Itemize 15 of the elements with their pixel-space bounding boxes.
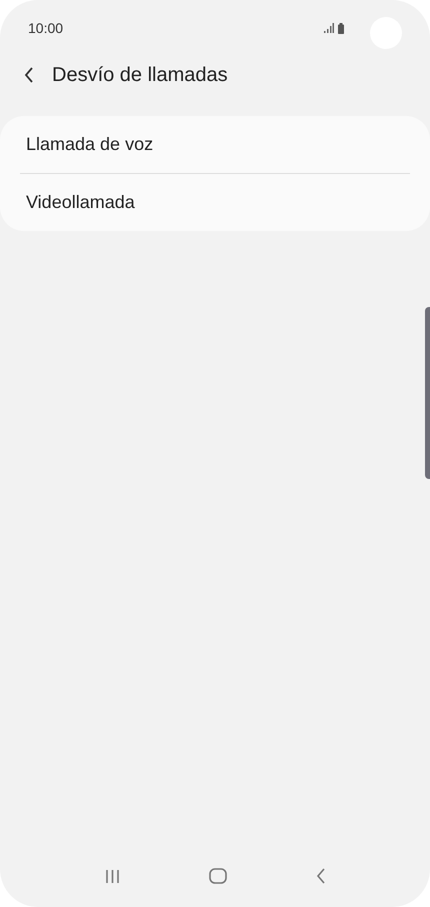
menu-item[interactable]: Llamada de voz	[0, 116, 430, 173]
signal-icon	[324, 23, 334, 33]
recent-apps-button[interactable]	[104, 868, 120, 884]
back-button[interactable]	[24, 67, 34, 83]
back-nav-button[interactable]	[316, 868, 326, 884]
back-nav-icon	[316, 868, 326, 884]
screen-title: Desvío de llamadas	[52, 64, 228, 86]
status-time: 10:00	[28, 20, 64, 36]
menu-item[interactable]: Videollamada	[0, 174, 430, 231]
home-button[interactable]	[208, 868, 226, 884]
home-icon	[208, 868, 226, 884]
back-icon	[24, 67, 34, 83]
battery-icon	[338, 22, 344, 34]
recent-apps-icon	[104, 868, 120, 884]
scroll-handle[interactable]	[425, 307, 430, 479]
